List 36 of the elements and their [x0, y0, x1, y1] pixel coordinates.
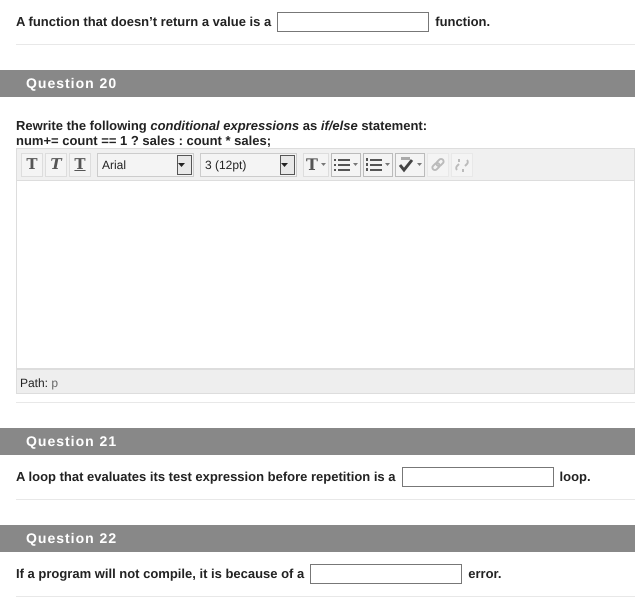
- question-header: Question 22: [0, 525, 635, 552]
- question-text: If a program will not compile, it is because of a: [16, 565, 304, 584]
- italic-button[interactable]: T: [45, 152, 67, 176]
- caret-icon: [320, 163, 326, 166]
- path-label: Path:: [20, 376, 48, 390]
- question-header: Question 20: [0, 70, 635, 97]
- bullet-list-icon: [334, 158, 350, 172]
- dropdown-select[interactable]: Arial: [97, 152, 194, 176]
- caret-icon: [416, 163, 422, 166]
- numbered-list-button[interactable]: [362, 152, 393, 176]
- question-header: Question 21: [0, 428, 635, 455]
- question-text: Rewrite the following conditional expressions as if/else statement:: [16, 118, 428, 133]
- unlink-icon: [454, 156, 470, 172]
- path-value[interactable]: p: [51, 376, 58, 390]
- question-text: error.: [468, 565, 502, 584]
- bullet-list-button[interactable]: [330, 152, 361, 176]
- caret-icon: [384, 163, 390, 166]
- spellcheck-icon: [398, 156, 414, 172]
- caret-icon: [178, 163, 185, 168]
- answer-field[interactable]: [310, 564, 462, 584]
- caret-icon: [352, 163, 358, 166]
- caret-icon: [281, 163, 288, 168]
- question-text: A loop that evaluates its test expression before repetition is a: [16, 468, 396, 486]
- link-icon: [430, 156, 446, 172]
- text-color-button[interactable]: T: [303, 152, 329, 176]
- question-text: function.: [435, 13, 490, 32]
- question-text: loop.: [560, 468, 591, 486]
- spellcheck-button[interactable]: [394, 152, 425, 176]
- dropdown-select[interactable]: 3 (12pt): [200, 152, 297, 176]
- code-text: num+= count == 1 ? sales : count * sales;: [16, 133, 272, 148]
- answer-field[interactable]: [402, 467, 554, 487]
- numbered-list-icon: [366, 158, 382, 172]
- underline-button[interactable]: T: [69, 152, 91, 176]
- bold-button[interactable]: T: [21, 152, 43, 176]
- question-text: A function that doesn’t return a value is a: [16, 13, 272, 32]
- answer-field[interactable]: [277, 12, 430, 32]
